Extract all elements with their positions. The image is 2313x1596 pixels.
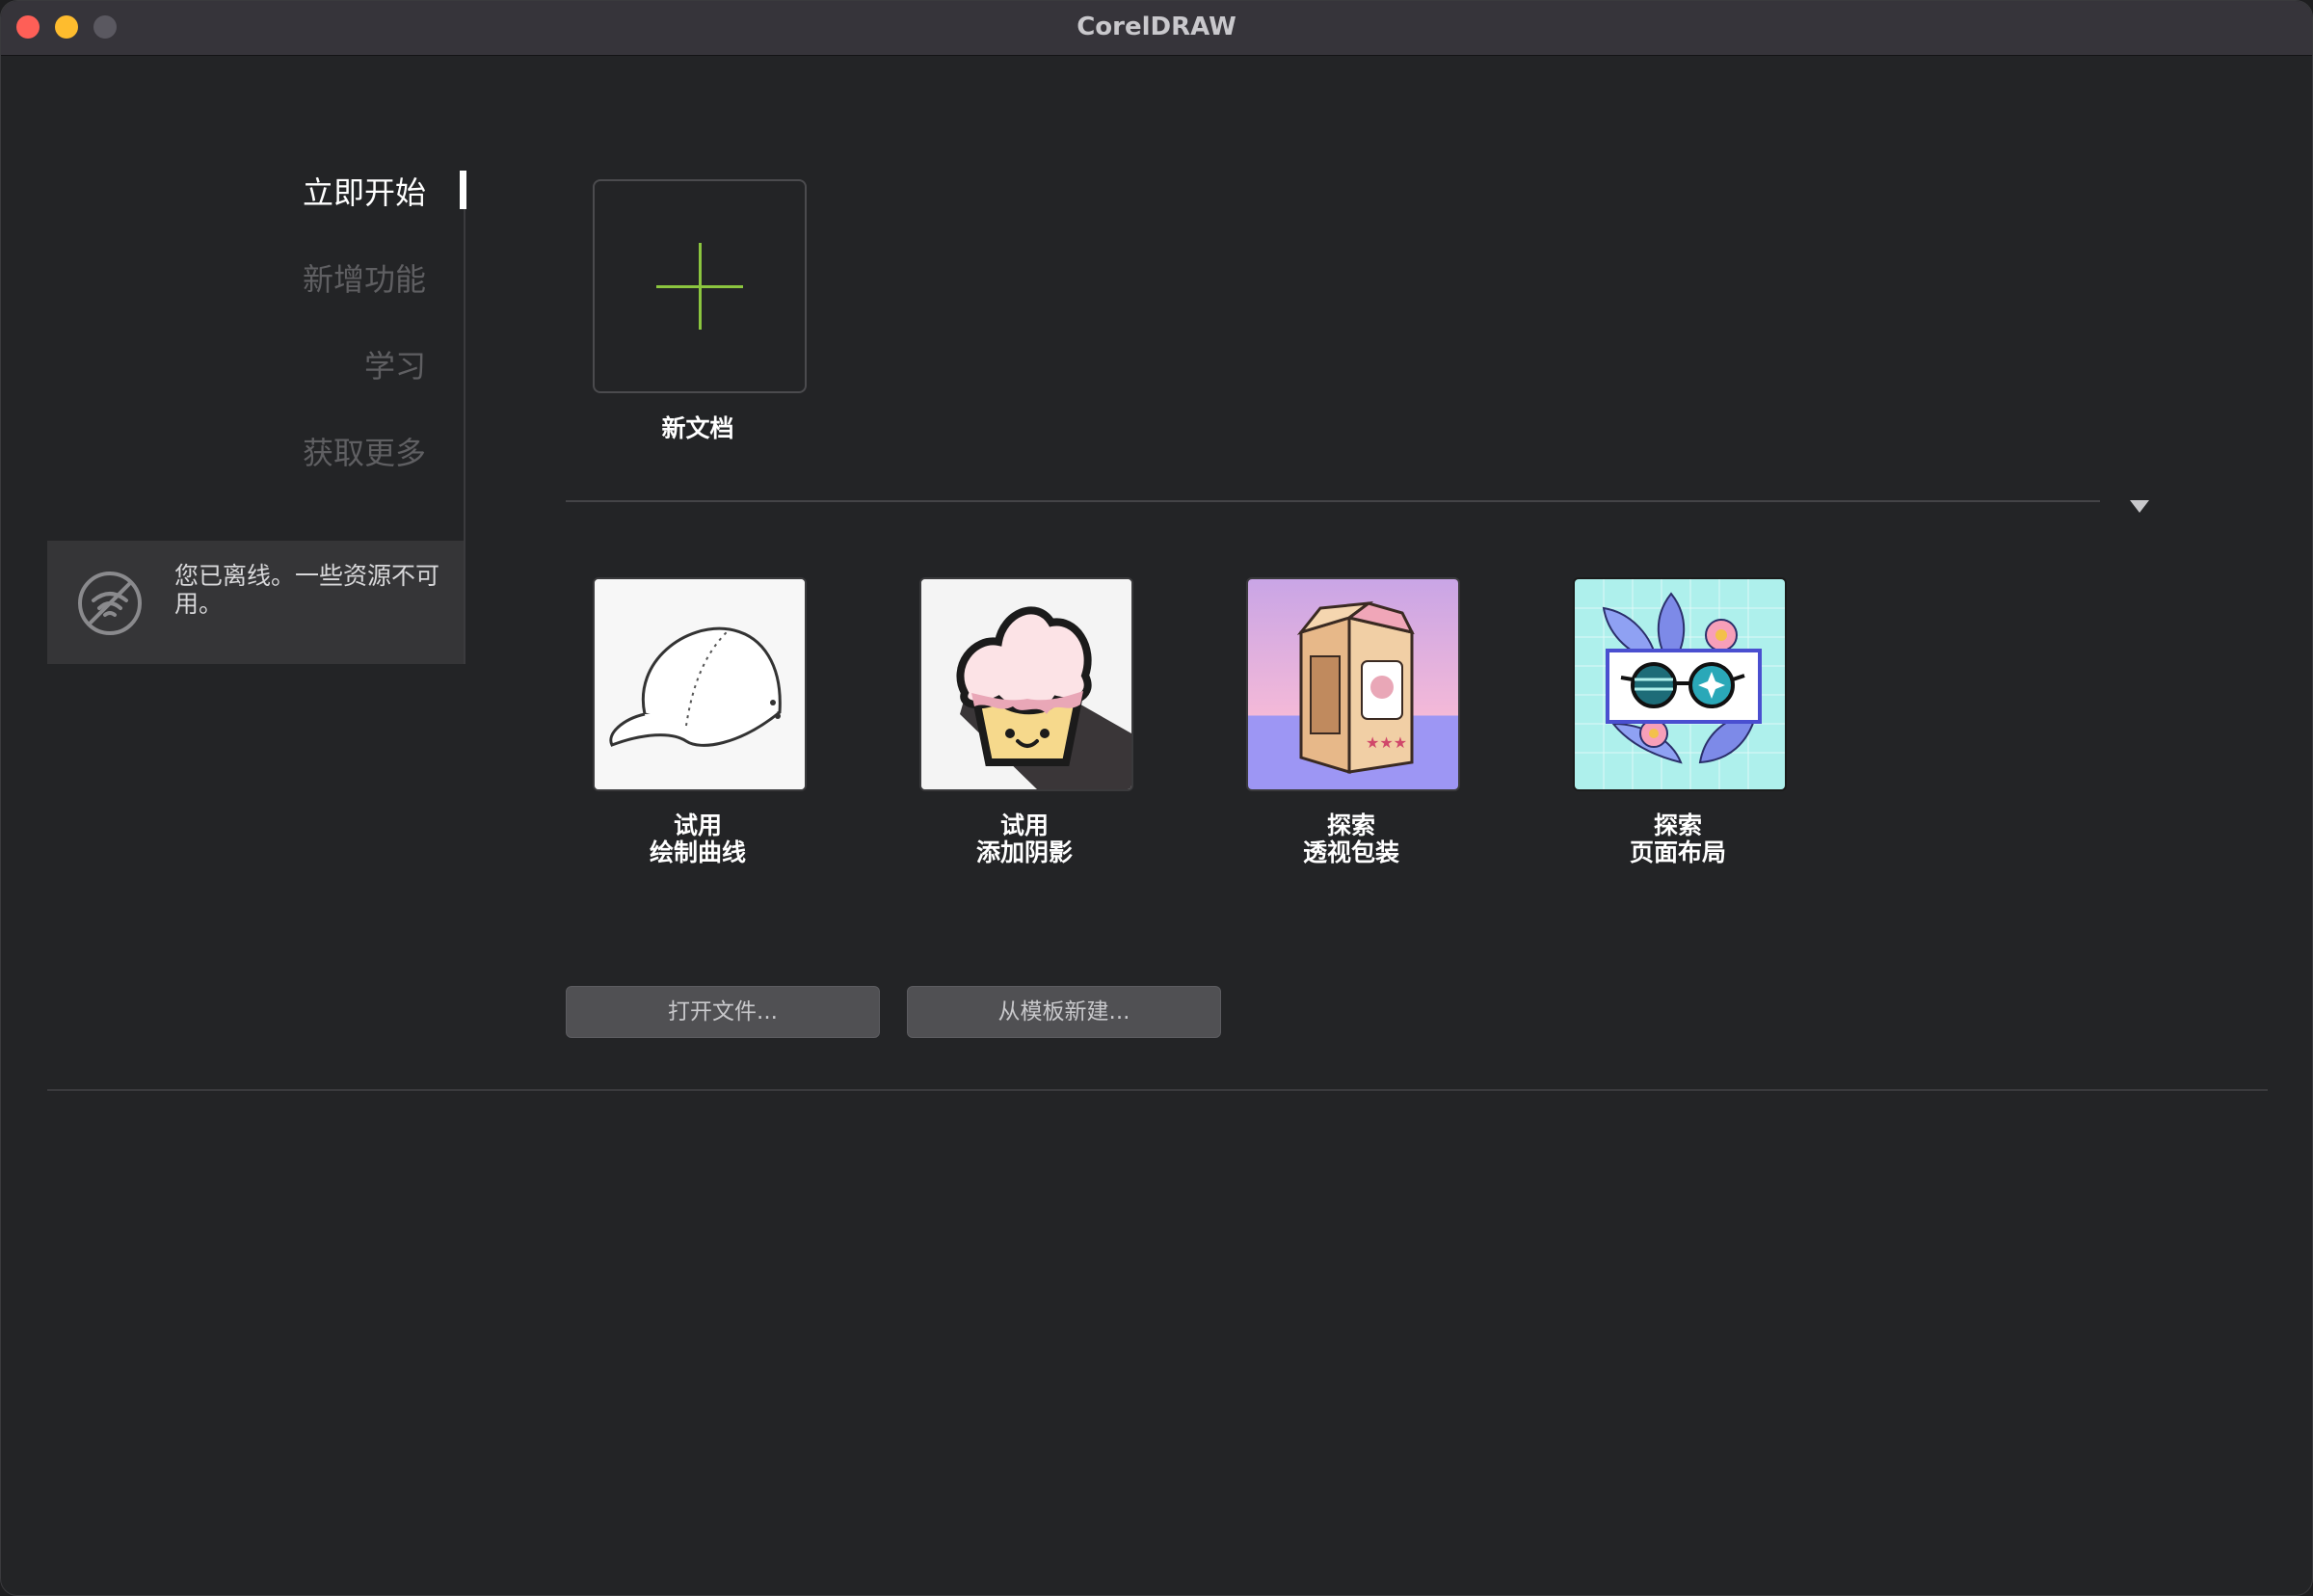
sidebar-item-whats-new[interactable]: 新增功能 (303, 255, 426, 300)
section-divider (566, 500, 2100, 502)
new-from-template-button[interactable]: 从模板新建... (907, 986, 1221, 1038)
milk-carton-icon: ★★★ (1248, 579, 1458, 789)
app-window: CorelDRAW 立即开始 新增功能 学习 获取更多 您已离线。一些资源不可用… (0, 0, 2313, 1596)
active-nav-indicator (460, 171, 466, 209)
new-document-tile[interactable] (593, 179, 807, 393)
cupcake-icon (921, 579, 1131, 789)
tile-try-add-shadow-line1: 试用 (999, 811, 1049, 839)
tile-try-drawing-curves-line2: 绘制曲线 (649, 838, 746, 866)
tile-explore-page-layout-line1: 探索 (1653, 811, 1702, 839)
baseball-cap-icon (595, 579, 805, 789)
tile-try-add-shadow[interactable] (919, 577, 1133, 791)
tile-explore-perspective-packaging-line2: 透视包装 (1302, 838, 1399, 866)
title-bar[interactable]: CorelDRAW (1, 1, 2312, 56)
svg-text:★★★: ★★★ (1366, 733, 1407, 752)
offline-notice: 您已离线。一些资源不可用。 (47, 541, 464, 664)
tile-explore-perspective-packaging[interactable]: ★★★ (1246, 577, 1460, 791)
new-document-label: 新文档 (661, 414, 734, 442)
collapse-chevron-icon[interactable] (2127, 494, 2152, 519)
tile-try-drawing-curves[interactable] (593, 577, 807, 791)
tile-explore-page-layout[interactable] (1573, 577, 1787, 791)
open-file-button[interactable]: 打开文件... (566, 986, 880, 1038)
tile-try-add-shadow-line2: 添加阴影 (975, 838, 1073, 866)
tile-explore-page-layout-line2: 页面布局 (1629, 838, 1726, 866)
window-title: CorelDRAW (1077, 13, 1236, 41)
tile-try-drawing-curves-line1: 试用 (673, 811, 722, 839)
sidebar-item-learn[interactable]: 学习 (364, 342, 426, 386)
offline-message: 您已离线。一些资源不可用。 (174, 562, 440, 618)
sunglasses-flowers-icon (1575, 579, 1785, 789)
sidebar-divider (464, 173, 465, 664)
sidebar-item-get-more[interactable]: 获取更多 (303, 429, 426, 473)
sidebar-item-get-started[interactable]: 立即开始 (303, 169, 426, 213)
bottom-divider (47, 1089, 2268, 1091)
tile-explore-perspective-packaging-line1: 探索 (1326, 811, 1375, 839)
wifi-off-icon (78, 572, 142, 635)
